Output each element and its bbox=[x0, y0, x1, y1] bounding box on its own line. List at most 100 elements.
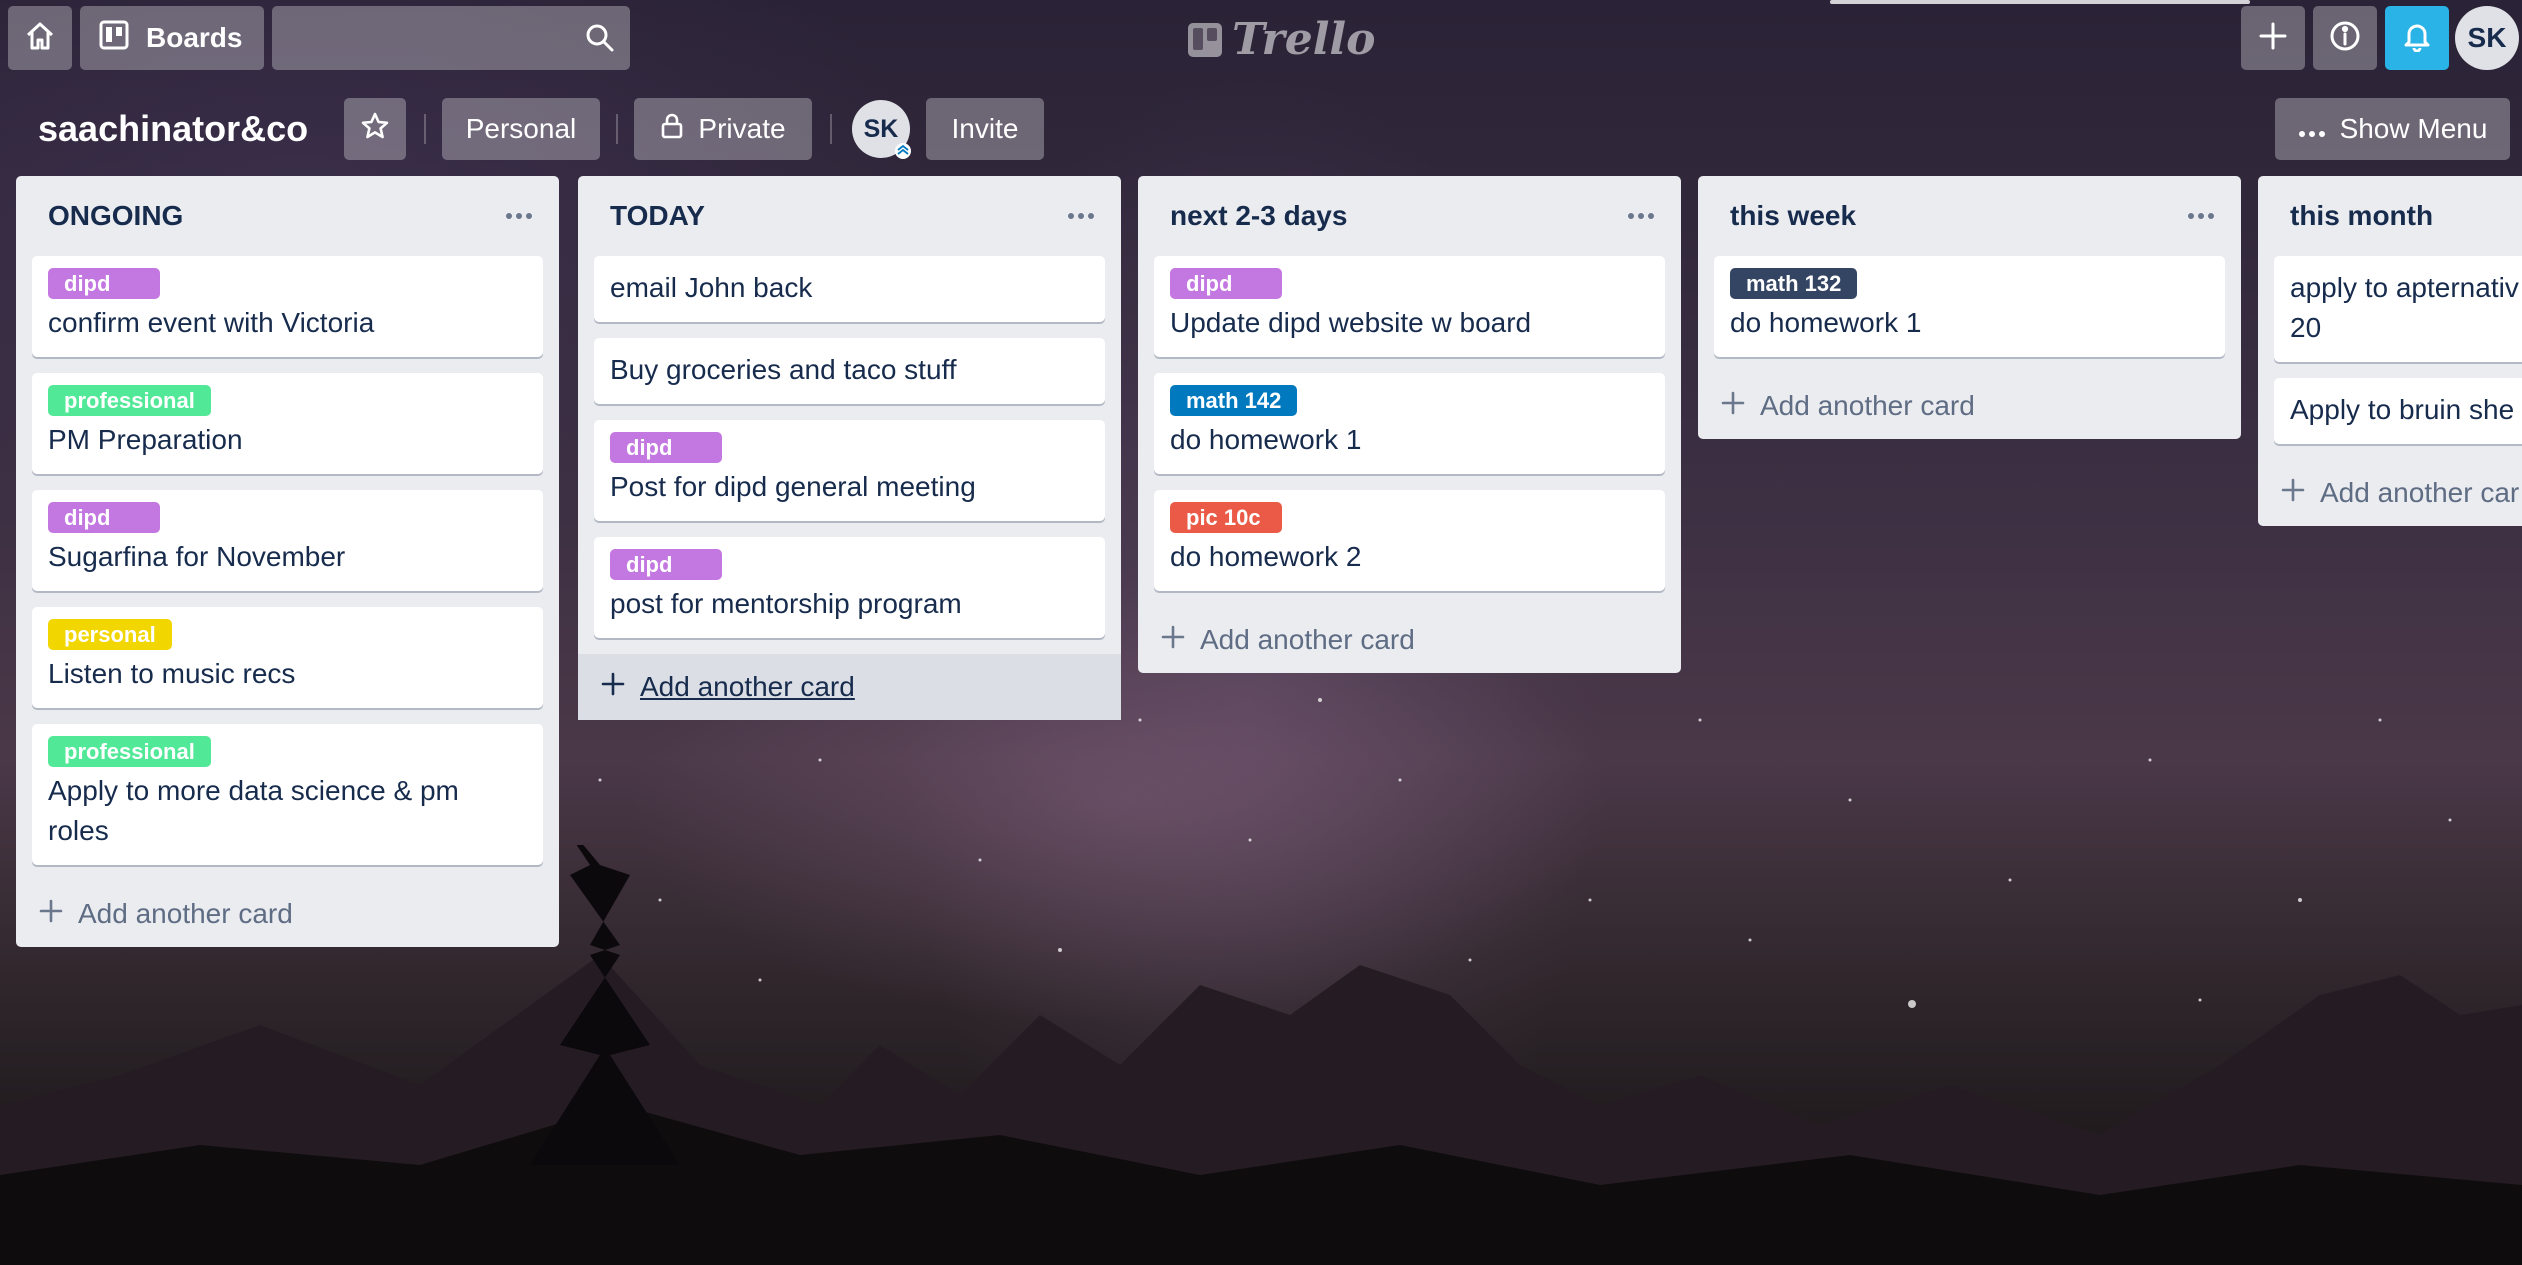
plus-icon bbox=[2257, 20, 2289, 57]
plus-icon bbox=[1720, 390, 1746, 423]
star-board-button[interactable] bbox=[344, 98, 406, 160]
list-header: TODAY bbox=[578, 176, 1121, 256]
card-title: do homework 2 bbox=[1170, 541, 1362, 572]
card-title: email John back bbox=[610, 272, 813, 303]
add-card-label: Add another card bbox=[1200, 624, 1415, 655]
add-card-label: Add another card bbox=[78, 898, 293, 929]
add-card-button[interactable]: Add another card bbox=[1698, 373, 2241, 439]
team-visibility-button[interactable]: Personal bbox=[442, 98, 600, 160]
trello-logo-text: Trello bbox=[1232, 14, 1376, 65]
boards-icon bbox=[98, 19, 130, 58]
card-title: Apply to more data science & pm roles bbox=[48, 775, 459, 846]
add-card-label: Add another car bbox=[2320, 477, 2520, 508]
trello-logo[interactable]: Trello bbox=[1188, 14, 1376, 65]
search-input[interactable] bbox=[272, 6, 630, 70]
card[interactable]: dipd post for mentorship program bbox=[594, 537, 1105, 638]
card[interactable]: dipd Post for dipd general meeting bbox=[594, 420, 1105, 521]
card[interactable]: math 142 do homework 1 bbox=[1154, 373, 1665, 474]
card-label: professional bbox=[48, 736, 211, 767]
list-title[interactable]: this week bbox=[1730, 200, 1856, 232]
boards-label: Boards bbox=[146, 22, 243, 53]
invite-button[interactable]: Invite bbox=[926, 98, 1044, 160]
card[interactable]: personal Listen to music recs bbox=[32, 607, 543, 708]
info-button[interactable] bbox=[2313, 6, 2377, 70]
add-card-label: Add another card bbox=[640, 671, 855, 702]
list-header: next 2-3 days bbox=[1138, 176, 1681, 256]
invite-label: Invite bbox=[951, 113, 1019, 144]
user-avatar[interactable]: SK bbox=[2455, 6, 2519, 70]
list-this-month: this month apply to apternativ 20 Apply … bbox=[2258, 176, 2522, 526]
card-label: dipd bbox=[610, 549, 722, 580]
top-navigation-bar: Boards Trello SK bbox=[0, 0, 2522, 80]
privacy-label: Private bbox=[698, 113, 786, 144]
card[interactable]: dipd Sugarfina for November bbox=[32, 490, 543, 591]
user-initials: SK bbox=[2467, 22, 2507, 53]
list-title[interactable]: ONGOING bbox=[48, 200, 183, 232]
list-ongoing: ONGOING dipd confirm event with Victoria… bbox=[16, 176, 559, 947]
card-label: dipd bbox=[48, 502, 160, 533]
list-menu-icon[interactable] bbox=[2181, 196, 2221, 236]
header-divider bbox=[830, 114, 832, 144]
add-card-button[interactable]: Add another card bbox=[16, 881, 559, 947]
privacy-button[interactable]: Private bbox=[634, 98, 812, 160]
list-menu-icon[interactable] bbox=[1621, 196, 1661, 236]
search-icon[interactable] bbox=[584, 22, 616, 59]
card[interactable]: Buy groceries and taco stuff bbox=[594, 338, 1105, 404]
add-card-button[interactable]: Add another card bbox=[1138, 607, 1681, 673]
card-label: dipd bbox=[610, 432, 722, 463]
card-title: Sugarfina for November bbox=[48, 541, 346, 572]
show-menu-label: Show Menu bbox=[2339, 113, 2488, 144]
plus-icon bbox=[1160, 624, 1186, 657]
card-label: math 142 bbox=[1170, 385, 1298, 416]
add-card-label: Add another card bbox=[1760, 390, 1975, 421]
card[interactable]: dipd Update dipd website w board bbox=[1154, 256, 1665, 357]
card[interactable]: pic 10c do homework 2 bbox=[1154, 490, 1665, 591]
list-title[interactable]: this month bbox=[2290, 200, 2433, 232]
list-menu-icon[interactable] bbox=[1061, 196, 1101, 236]
member-avatar[interactable]: SK bbox=[852, 100, 911, 159]
team-visibility-label: Personal bbox=[465, 113, 577, 144]
card[interactable]: dipd confirm event with Victoria bbox=[32, 256, 543, 357]
card-label: dipd bbox=[48, 268, 160, 299]
card[interactable]: professional PM Preparation bbox=[32, 373, 543, 474]
show-menu-button[interactable]: Show Menu bbox=[2275, 98, 2510, 160]
add-card-button[interactable]: Add another card bbox=[578, 654, 1121, 720]
list-title[interactable]: next 2-3 days bbox=[1170, 200, 1347, 232]
card-title: confirm event with Victoria bbox=[48, 307, 375, 338]
boards-button[interactable]: Boards bbox=[80, 6, 264, 70]
plus-icon bbox=[38, 898, 64, 931]
add-card-button[interactable]: Add another car bbox=[2258, 460, 2522, 526]
notifications-button[interactable] bbox=[2385, 6, 2449, 70]
search-box[interactable] bbox=[272, 6, 630, 70]
card-title: PM Preparation bbox=[48, 424, 243, 455]
home-icon bbox=[24, 20, 56, 57]
board-title[interactable]: saachinator&co bbox=[38, 108, 308, 150]
card[interactable]: math 132 do homework 1 bbox=[1714, 256, 2225, 357]
list-next-2-3-days: next 2-3 days dipd Update dipd website w… bbox=[1138, 176, 1681, 673]
info-icon bbox=[2328, 19, 2362, 58]
star-icon bbox=[360, 111, 390, 148]
card[interactable]: professional Apply to more data science … bbox=[32, 724, 543, 865]
card[interactable]: apply to apternativ 20 bbox=[2274, 256, 2522, 362]
card-title: Post for dipd general meeting bbox=[610, 471, 976, 502]
member-initials: SK bbox=[863, 114, 899, 143]
ellipsis-icon bbox=[2298, 113, 2326, 145]
card-title: Update dipd website w board bbox=[1170, 307, 1532, 338]
loading-indicator bbox=[1830, 0, 2250, 4]
list-title[interactable]: TODAY bbox=[610, 200, 705, 232]
header-divider bbox=[424, 114, 426, 144]
list-menu-icon[interactable] bbox=[499, 196, 539, 236]
card[interactable]: email John back bbox=[594, 256, 1105, 322]
create-button[interactable] bbox=[2241, 6, 2305, 70]
admin-badge-icon bbox=[895, 143, 911, 159]
list-header: this week bbox=[1698, 176, 2241, 256]
card-label: math 132 bbox=[1730, 268, 1858, 299]
lock-icon bbox=[660, 112, 684, 147]
home-button[interactable] bbox=[8, 6, 72, 70]
list-today: TODAY email John back Buy groceries and … bbox=[578, 176, 1121, 720]
trello-logo-icon bbox=[1188, 22, 1222, 57]
header-divider bbox=[616, 114, 618, 144]
plus-icon bbox=[600, 671, 626, 704]
plus-icon bbox=[2280, 477, 2306, 510]
card[interactable]: Apply to bruin she bbox=[2274, 378, 2522, 444]
